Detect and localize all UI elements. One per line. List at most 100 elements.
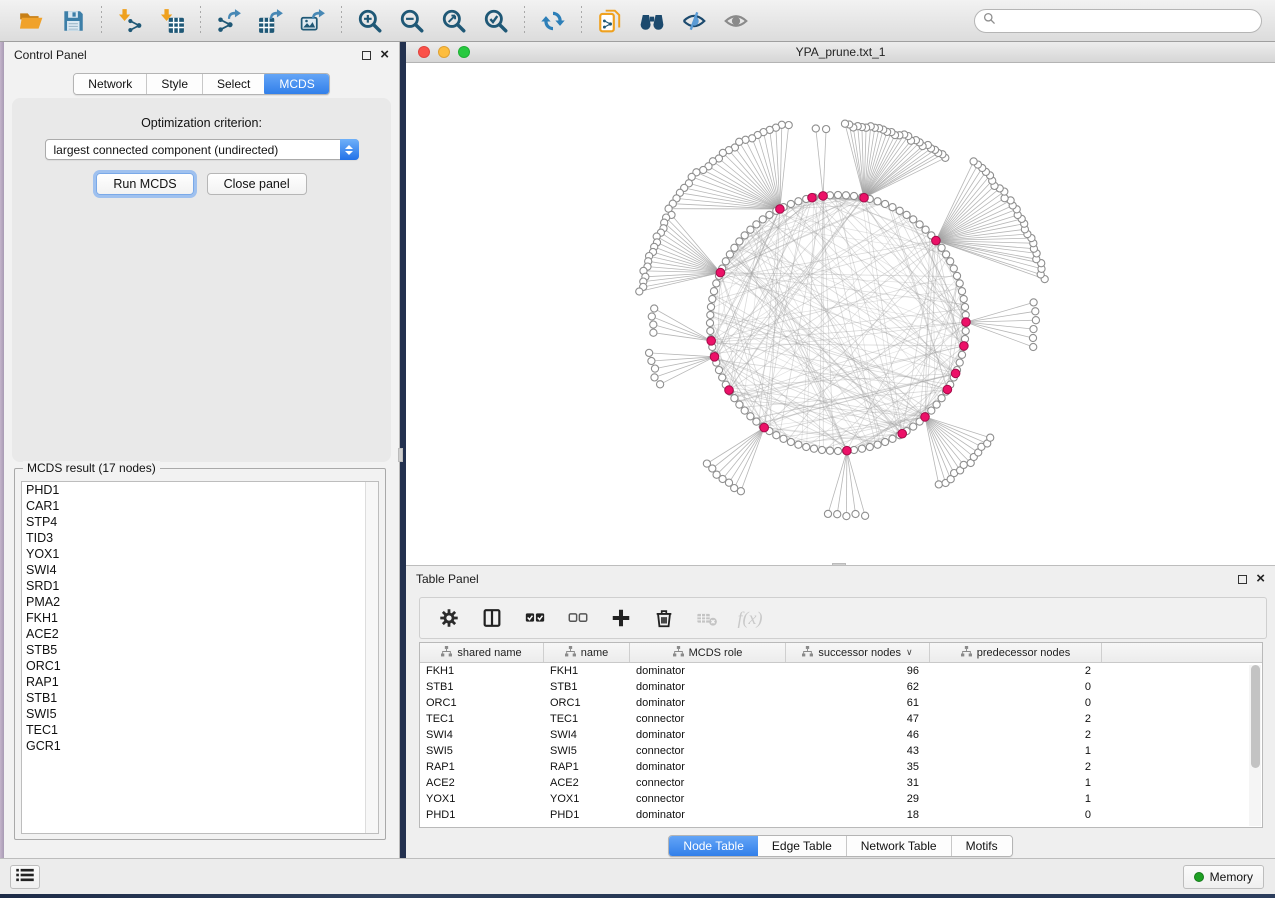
table-row[interactable]: ORC1ORC1dominator610: [420, 695, 1262, 711]
tab-style[interactable]: Style: [147, 74, 203, 94]
table-cell: ACE2: [420, 775, 544, 791]
memory-button[interactable]: Memory: [1183, 865, 1264, 889]
table-cell: 2: [930, 727, 1102, 743]
toolbar-separator: [101, 6, 102, 36]
tab-network[interactable]: Network: [74, 74, 147, 94]
tab-network-table[interactable]: Network Table: [847, 836, 952, 856]
close-panel-button[interactable]: Close panel: [207, 173, 307, 195]
table-row[interactable]: RAP1RAP1dominator352: [420, 759, 1262, 775]
result-list-item[interactable]: PHD1: [22, 482, 378, 498]
table-row[interactable]: FKH1FKH1dominator962: [420, 663, 1262, 679]
result-list-item[interactable]: CAR1: [22, 498, 378, 514]
tab-node-table[interactable]: Node Table: [668, 835, 759, 857]
table-row[interactable]: STB1STB1dominator620: [420, 679, 1262, 695]
table-scrollbar-thumb[interactable]: [1251, 665, 1260, 768]
import-network-icon[interactable]: [115, 6, 145, 36]
result-list-item[interactable]: FKH1: [22, 610, 378, 626]
search-input[interactable]: [1001, 11, 1261, 31]
column-header-successor-nodes[interactable]: successor nodes∨: [786, 643, 930, 662]
run-mcds-button[interactable]: Run MCDS: [96, 173, 193, 195]
result-list-item[interactable]: RAP1: [22, 674, 378, 690]
result-list-item[interactable]: ORC1: [22, 658, 378, 674]
result-list-item[interactable]: SWI4: [22, 562, 378, 578]
search-window-icon[interactable]: [637, 6, 667, 36]
network-window-titlebar[interactable]: YPA_prune.txt_1: [406, 42, 1275, 63]
show-graphics-icon[interactable]: [721, 6, 751, 36]
table-settings-icon[interactable]: [437, 606, 461, 630]
float-panel-icon[interactable]: [362, 51, 371, 60]
add-column-icon[interactable]: [609, 606, 633, 630]
result-list-item[interactable]: TEC1: [22, 722, 378, 738]
split-view-icon[interactable]: [480, 606, 504, 630]
result-list-item[interactable]: YOX1: [22, 546, 378, 562]
result-list-item[interactable]: STP4: [22, 514, 378, 530]
result-list-item[interactable]: SWI5: [22, 706, 378, 722]
tab-mcds[interactable]: MCDS: [264, 73, 329, 95]
result-list-item[interactable]: GCR1: [22, 738, 378, 754]
table-tabs: Node TableEdge TableNetwork TableMotifs: [668, 835, 1012, 857]
zoom-in-icon[interactable]: [355, 6, 385, 36]
tab-select[interactable]: Select: [203, 74, 265, 94]
table-cell: 31: [786, 775, 930, 791]
vertical-splitter-grip[interactable]: [398, 448, 403, 462]
hide-graphics-icon[interactable]: [679, 6, 709, 36]
result-list-item[interactable]: STB1: [22, 690, 378, 706]
network-graph[interactable]: [406, 63, 1275, 565]
clone-network-icon[interactable]: [595, 6, 625, 36]
result-list-scrollbar[interactable]: [365, 482, 378, 833]
criterion-select[interactable]: largest connected component (undirected): [45, 139, 359, 160]
refresh-icon[interactable]: [538, 6, 568, 36]
table-row[interactable]: SWI4SWI4dominator462: [420, 727, 1262, 743]
export-network-icon[interactable]: [214, 6, 244, 36]
column-header-name[interactable]: name: [544, 643, 630, 662]
tab-edge-table[interactable]: Edge Table: [758, 836, 847, 856]
window-close-icon[interactable]: [418, 46, 430, 58]
zoom-out-icon[interactable]: [397, 6, 427, 36]
open-file-icon[interactable]: [16, 6, 46, 36]
network-canvas[interactable]: [406, 63, 1275, 565]
result-list-item[interactable]: PMA2: [22, 594, 378, 610]
zoom-fit-icon[interactable]: [439, 6, 469, 36]
task-history-button[interactable]: [10, 865, 40, 889]
table-row[interactable]: ACE2ACE2connector311: [420, 775, 1262, 791]
export-table-icon[interactable]: [256, 6, 286, 36]
sort-chevron-icon: ∨: [906, 647, 913, 658]
result-list-item[interactable]: TID3: [22, 530, 378, 546]
table-cell: STB1: [544, 679, 630, 695]
table-toolbar: f(x): [419, 597, 1267, 639]
toolbar-separator: [341, 6, 342, 36]
table-row[interactable]: SWI5SWI5connector431: [420, 743, 1262, 759]
mcds-result-title: MCDS result (17 nodes): [23, 461, 160, 475]
deselect-all-icon[interactable]: [566, 606, 590, 630]
delete-column-icon[interactable]: [652, 606, 676, 630]
select-all-icon[interactable]: [523, 606, 547, 630]
network-window-title: YPA_prune.txt_1: [796, 45, 886, 59]
close-panel-icon[interactable]: ×: [380, 50, 389, 60]
column-header-shared-name[interactable]: shared name: [420, 643, 544, 662]
mcds-result-list[interactable]: PHD1CAR1STP4TID3YOX1SWI4SRD1PMA2FKH1ACE2…: [21, 481, 379, 834]
window-zoom-icon[interactable]: [458, 46, 470, 58]
float-table-panel-icon[interactable]: [1238, 575, 1247, 584]
search-icon: [983, 12, 996, 30]
export-image-icon[interactable]: [298, 6, 328, 36]
zoom-selected-icon[interactable]: [481, 6, 511, 36]
search-box[interactable]: [974, 9, 1262, 33]
result-list-item[interactable]: ACE2: [22, 626, 378, 642]
result-list-item[interactable]: SRD1: [22, 578, 378, 594]
table-row[interactable]: PHD1PHD1dominator180: [420, 807, 1262, 823]
save-session-icon[interactable]: [58, 6, 88, 36]
column-header-predecessor-nodes[interactable]: predecessor nodes: [930, 643, 1102, 662]
table-row[interactable]: TEC1TEC1connector472: [420, 711, 1262, 727]
result-list-item[interactable]: STB5: [22, 642, 378, 658]
import-table-icon[interactable]: [157, 6, 187, 36]
function-builder-icon: f(x): [738, 606, 762, 630]
column-header-MCDS-role[interactable]: MCDS role: [630, 643, 786, 662]
table-cell: RAP1: [544, 759, 630, 775]
table-scrollbar[interactable]: [1249, 665, 1261, 826]
table-header-row: shared namenameMCDS rolesuccessor nodes∨…: [420, 643, 1262, 663]
window-minimize-icon[interactable]: [438, 46, 450, 58]
tab-motifs[interactable]: Motifs: [952, 836, 1012, 856]
table-row[interactable]: YOX1YOX1connector291: [420, 791, 1262, 807]
close-table-panel-icon[interactable]: ×: [1256, 574, 1265, 584]
table-cell: ACE2: [544, 775, 630, 791]
